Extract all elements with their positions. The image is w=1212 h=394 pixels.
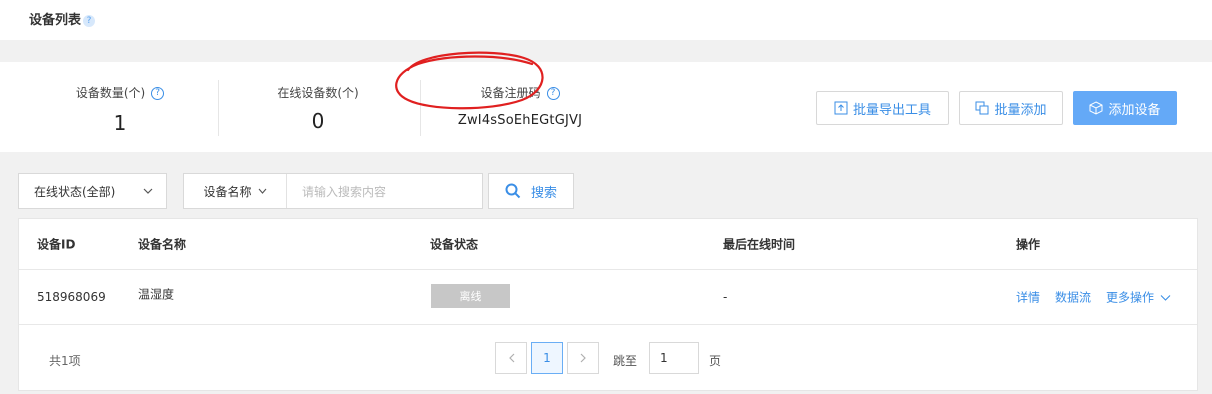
batch-add-button[interactable]: 批量添加 — [959, 91, 1063, 125]
page-unit-label: 页 — [709, 354, 722, 368]
chevron-right-icon — [580, 353, 586, 363]
reg-code-value: ZwI4sSoEhEGtGJVJ — [457, 113, 583, 128]
table-header: 设备ID 设备名称 设备状态 最后在线时间 操作 — [19, 219, 1197, 270]
page-number-button[interactable]: 1 — [531, 342, 563, 374]
chevron-left-icon — [508, 353, 514, 363]
search-button[interactable]: 搜索 — [488, 173, 574, 209]
device-count-label-row: 设备数量(个)? — [60, 84, 180, 101]
more-actions-dropdown[interactable]: 更多操作 — [1106, 289, 1171, 306]
search-input[interactable]: 请输入搜索内容 — [287, 174, 482, 208]
column-header: 操作 — [1016, 237, 1041, 252]
total-count: 共1项 — [49, 354, 81, 368]
help-icon[interactable]: ? — [83, 14, 96, 27]
search-icon — [505, 183, 521, 199]
chevron-down-icon — [258, 188, 266, 194]
column-header: 设备名称 — [138, 237, 187, 252]
top-band — [0, 40, 1212, 62]
export-icon — [834, 101, 848, 115]
table-row: 518968069 温湿度 离线 - 详情 数据流 更多操作 — [19, 270, 1197, 325]
status-select-value: 在线状态(全部) — [34, 184, 116, 199]
jump-page-value: 1 — [660, 351, 668, 365]
online-count-stat: 在线设备数(个) 0 — [258, 84, 378, 133]
search-type-select[interactable]: 设备名称 — [184, 174, 287, 208]
column-header: 设备ID — [37, 237, 76, 252]
search-button-label: 搜索 — [530, 185, 557, 201]
column-header: 设备状态 — [430, 237, 479, 252]
detail-link[interactable]: 详情 — [1016, 289, 1040, 306]
help-icon[interactable]: ? — [151, 87, 165, 100]
device-id: 518968069 — [37, 290, 106, 304]
red-circle-annotation — [395, 51, 544, 110]
header-bar: 设备列表? — [0, 0, 1212, 40]
online-count-label: 在线设备数(个) — [277, 86, 359, 100]
device-table: 设备ID 设备名称 设备状态 最后在线时间 操作 518968069 温湿度 离… — [18, 218, 1198, 391]
batch-add-label: 批量添加 — [994, 102, 1047, 118]
jump-label: 跳至 — [613, 354, 638, 368]
page-title: 设备列表? — [29, 9, 96, 28]
jump-page-input[interactable]: 1 — [649, 342, 699, 374]
add-device-button[interactable]: 添加设备 — [1073, 91, 1177, 125]
page-title-text: 设备列表 — [29, 13, 82, 28]
search-input-placeholder: 请输入搜索内容 — [302, 184, 387, 199]
chevron-down-icon — [143, 188, 153, 194]
status-select[interactable]: 在线状态(全部) — [18, 173, 167, 209]
add-device-label: 添加设备 — [1108, 102, 1161, 118]
search-type-value: 设备名称 — [203, 184, 252, 199]
chevron-down-icon — [1160, 295, 1171, 301]
last-online-time: - — [723, 290, 728, 304]
table-footer: 共1项 1 跳至 1 页 — [19, 325, 1197, 391]
copy-icon — [975, 101, 989, 115]
device-name: 温湿度 — [138, 287, 175, 302]
device-count-label: 设备数量(个) — [75, 86, 146, 100]
more-actions-label: 更多操作 — [1106, 290, 1155, 305]
data-stream-link[interactable]: 数据流 — [1055, 289, 1091, 306]
device-count-stat: 设备数量(个)? 1 — [60, 84, 180, 135]
box-icon — [1089, 101, 1103, 115]
next-page-button[interactable] — [567, 342, 599, 374]
prev-page-button[interactable] — [495, 342, 527, 374]
column-header: 最后在线时间 — [723, 237, 796, 252]
batch-export-button[interactable]: 批量导出工具 — [816, 91, 949, 125]
online-count-value: 0 — [311, 109, 325, 133]
status-badge: 离线 — [431, 284, 510, 308]
batch-export-label: 批量导出工具 — [852, 102, 931, 118]
stat-divider — [218, 80, 219, 136]
device-count-value: 1 — [113, 111, 127, 135]
search-group: 设备名称 请输入搜索内容 — [183, 173, 483, 209]
